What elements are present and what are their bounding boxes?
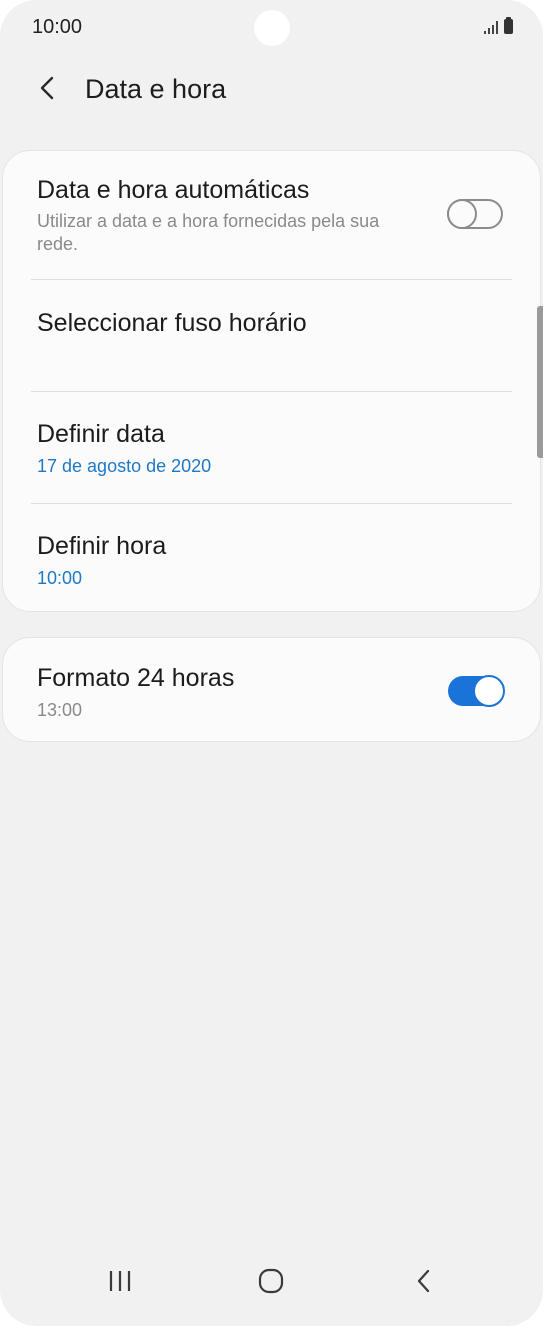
format-24h-row[interactable]: Formato 24 horas 13:00 [3,638,540,743]
auto-datetime-subtitle: Utilizar a data e a hora fornecidas pela… [37,211,380,254]
set-date-title: Definir data [37,420,165,448]
set-date-value: 17 de agosto de 2020 [37,456,212,476]
recent-apps-button[interactable] [80,1246,160,1316]
datetime-settings-card: Data e hora automáticas Utilizar a data … [2,150,541,612]
status-icons [484,17,513,34]
status-bar: 10:00 [0,0,543,56]
home-button[interactable] [231,1246,311,1316]
set-date-row[interactable]: Definir data 17 de agosto de 2020 [3,392,540,503]
back-button[interactable] [28,68,68,108]
format-24h-toggle[interactable] [448,675,505,707]
page-title: Data e hora [85,74,227,104]
status-time: 10:00 [32,16,83,38]
back-icon [417,1269,430,1293]
toggle-knob [473,675,505,707]
auto-datetime-title: Data e hora automáticas [37,176,310,204]
nav-back-button[interactable] [384,1246,464,1316]
auto-datetime-row[interactable]: Data e hora automáticas Utilizar a data … [3,151,540,279]
navigation-bar [0,1246,543,1326]
set-time-row[interactable]: Definir hora 10:00 [3,504,540,612]
toggle-knob [447,199,477,229]
home-icon [258,1268,284,1294]
set-time-value: 10:00 [37,568,83,588]
app-bar: Data e hora [0,62,543,118]
timezone-row[interactable]: Seleccionar fuso horário [3,280,540,391]
battery-icon [504,17,513,34]
format-settings-card: Formato 24 horas 13:00 [2,637,541,742]
format-24h-title: Formato 24 horas [37,664,235,692]
camera-cutout [254,10,290,46]
scrollbar[interactable] [537,306,543,458]
auto-datetime-toggle[interactable] [447,199,503,229]
timezone-title: Seleccionar fuso horário [37,309,307,337]
chevron-left-icon [40,76,54,100]
signal-icon [484,20,498,34]
recent-apps-icon [109,1271,131,1291]
format-24h-value: 13:00 [37,700,83,720]
set-time-title: Definir hora [37,532,167,560]
screen: 10:00 Data e hora Data e hora automática… [0,0,543,1326]
